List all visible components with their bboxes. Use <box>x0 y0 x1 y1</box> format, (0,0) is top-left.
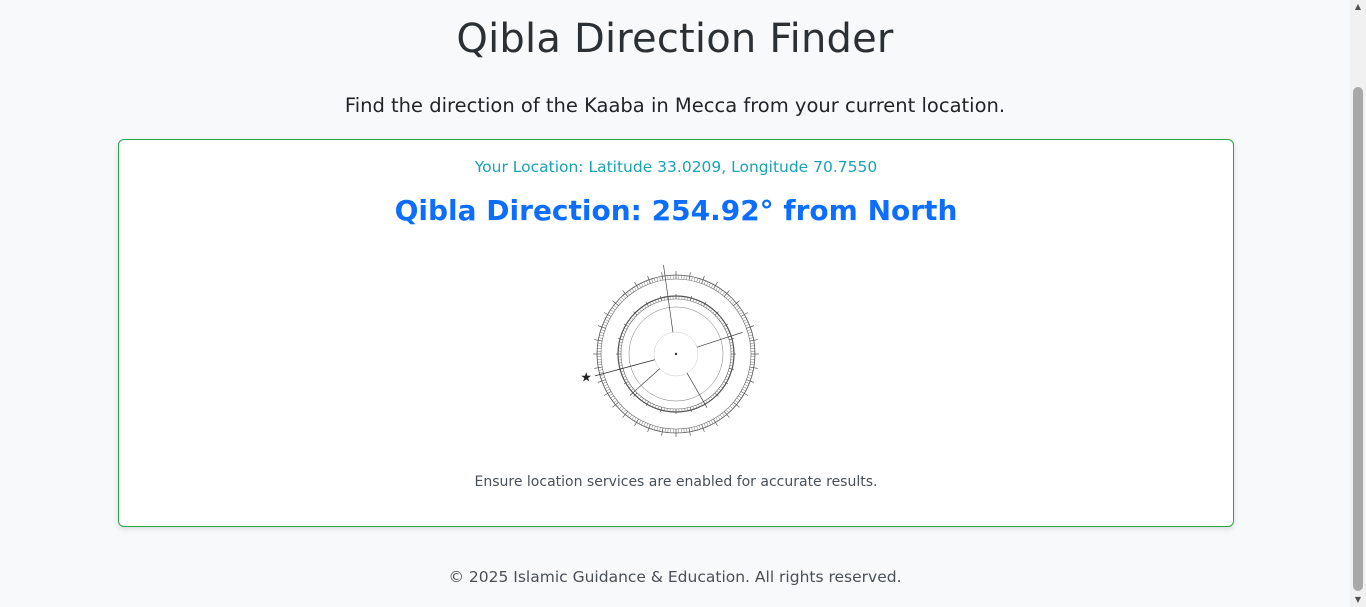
kaaba-star-icon: ★ <box>580 371 592 386</box>
page-subtitle: Find the direction of the Kaaba in Mecca… <box>344 94 1006 117</box>
compass-svg: ★ <box>580 264 759 437</box>
location-text: Your Location: Latitude 33.0209, Longitu… <box>474 158 878 176</box>
scroll-down-arrow-icon[interactable]: ▼ <box>1350 593 1366 607</box>
qibla-card: Your Location: Latitude 33.0209, Longitu… <box>118 139 1234 527</box>
qibla-direction-text: Qibla Direction: 254.92° from North <box>394 194 958 227</box>
page-title: Qibla Direction Finder <box>456 16 894 62</box>
scroll-up-arrow-icon[interactable]: ▲ <box>1350 0 1366 14</box>
footer-copyright: © 2025 Islamic Guidance & Education. All… <box>448 568 902 586</box>
page: Qibla Direction Finder Find the directio… <box>0 0 1350 607</box>
svg-text:★: ★ <box>580 371 592 386</box>
location-services-note: Ensure location services are enabled for… <box>474 474 878 490</box>
scrollbar-thumb[interactable] <box>1353 87 1363 591</box>
vertical-scrollbar[interactable]: ▲ ▼ <box>1350 0 1366 607</box>
compass-dial-icon: ★ <box>578 262 774 446</box>
